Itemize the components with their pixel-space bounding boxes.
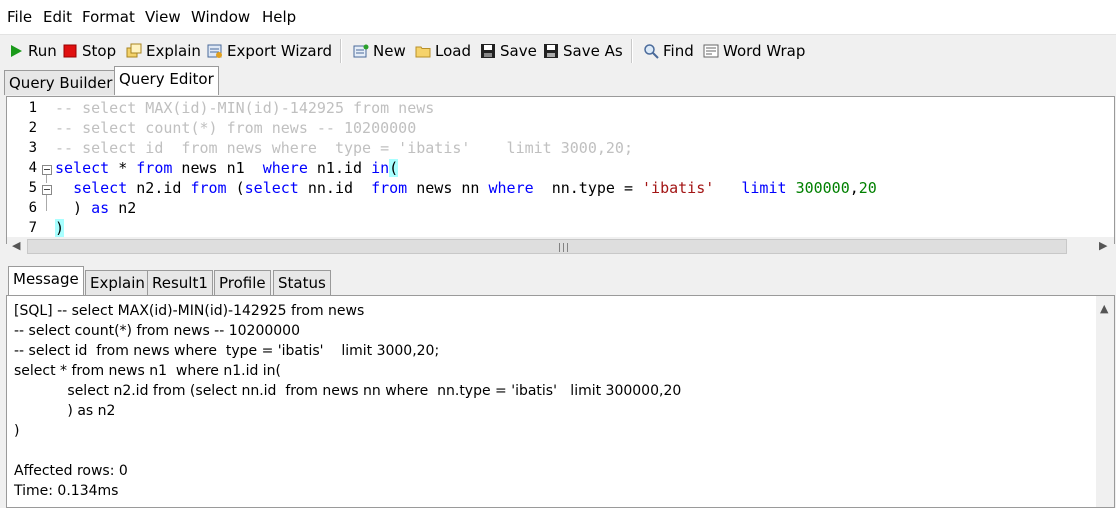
message-line: select * from news n1 where n1.id in( — [14, 363, 282, 379]
scroll-left-arrow-icon[interactable]: ◀ — [12, 239, 20, 252]
magnifier-icon — [643, 43, 659, 59]
message-line: -- select count(*) from news -- 10200000 — [14, 323, 300, 339]
save-as-icon — [543, 43, 559, 59]
scroll-up-arrow-icon[interactable]: ▲ — [1100, 302, 1108, 315]
message-line: select n2.id from (select nn.id from new… — [14, 383, 682, 399]
menu-format[interactable]: Format — [82, 8, 135, 26]
affected-rows-text: Affected rows: 0 — [14, 463, 128, 479]
line-number: 3 — [28, 140, 37, 156]
explain-icon — [126, 43, 142, 59]
code-line-6: ) as n2 — [55, 199, 137, 217]
fold-collapse-icon[interactable] — [42, 165, 52, 175]
new-button[interactable]: New — [353, 40, 406, 62]
floppy-disk-icon — [480, 43, 496, 59]
fold-line — [46, 195, 47, 211]
line-number: 2 — [28, 120, 37, 136]
line-number: 6 — [28, 200, 37, 216]
line-number: 7 — [28, 220, 37, 236]
folder-icon — [415, 43, 431, 59]
word-wrap-icon — [703, 43, 719, 59]
message-line: ) as n2 — [14, 403, 116, 419]
code-line-7: ) — [55, 219, 65, 237]
load-button[interactable]: Load — [415, 40, 471, 62]
menu-window[interactable]: Window — [191, 8, 250, 26]
message-line: ) — [14, 423, 20, 439]
vertical-scrollbar[interactable]: ▲ — [1096, 296, 1114, 507]
save-button[interactable]: Save — [480, 40, 537, 62]
code-line-2: -- select count(*) from news -- 10200000 — [55, 119, 417, 137]
message-panel[interactable]: [SQL] -- select MAX(id)-MIN(id)-142925 f… — [6, 295, 1115, 508]
fold-line — [46, 175, 47, 183]
tab-query-builder[interactable]: Query Builder — [4, 70, 118, 95]
play-icon — [8, 43, 24, 59]
save-as-button[interactable]: Save As — [543, 40, 623, 62]
menu-bar: File Edit Format View Window Help — [0, 0, 1116, 35]
tab-profile[interactable]: Profile — [214, 270, 271, 295]
tab-status[interactable]: Status — [273, 270, 331, 295]
tab-explain[interactable]: Explain — [85, 270, 150, 295]
tab-result1[interactable]: Result1 — [147, 270, 213, 295]
message-line: -- select id from news where type = 'iba… — [14, 343, 440, 359]
fold-collapse-icon[interactable] — [42, 185, 52, 195]
code-line-4: select * from news n1 where n1.id in( — [55, 159, 399, 177]
new-query-icon — [353, 43, 369, 59]
message-line: [SQL] -- select MAX(id)-MIN(id)-142925 f… — [14, 303, 365, 319]
code-line-3: -- select id from news where type = 'iba… — [55, 139, 633, 157]
tab-query-editor[interactable]: Query Editor — [114, 66, 219, 95]
scrollbar-thumb[interactable]: ||| — [27, 239, 1067, 254]
line-number: 1 — [28, 100, 37, 116]
word-wrap-button[interactable]: Word Wrap — [703, 40, 805, 62]
scroll-right-arrow-icon[interactable]: ▶ — [1099, 239, 1107, 252]
toolbar: Run Stop Explain Export Wizard New Load — [0, 35, 1116, 65]
menu-help[interactable]: Help — [262, 8, 296, 26]
line-number: 5 — [28, 180, 37, 196]
menu-file[interactable]: File — [7, 8, 32, 26]
time-text: Time: 0.134ms — [14, 483, 119, 499]
toolbar-separator — [340, 39, 342, 63]
line-number: 4 — [28, 160, 37, 176]
export-wizard-icon — [207, 43, 223, 59]
menu-edit[interactable]: Edit — [43, 8, 72, 26]
stop-button[interactable]: Stop — [62, 40, 116, 62]
grip-icon: ||| — [558, 243, 571, 253]
stop-icon — [62, 43, 78, 59]
horizontal-scrollbar[interactable]: ◀ ||| ▶ — [7, 237, 1114, 254]
export-wizard-button[interactable]: Export Wizard — [207, 40, 332, 62]
tab-message[interactable]: Message — [8, 266, 84, 295]
code-line-5: select n2.id from (select nn.id from new… — [73, 179, 877, 197]
menu-view[interactable]: View — [145, 8, 181, 26]
sql-editor[interactable]: 1 2 3 4 5 6 7 -- select MAX(id)-MIN(id)-… — [6, 96, 1115, 254]
find-button[interactable]: Find — [643, 40, 694, 62]
run-button[interactable]: Run — [8, 40, 57, 62]
line-number-gutter: 1 2 3 4 5 6 7 — [7, 97, 55, 236]
toolbar-separator — [631, 39, 633, 63]
explain-button[interactable]: Explain — [126, 40, 201, 62]
code-line-1: -- select MAX(id)-MIN(id)-142925 from ne… — [55, 99, 435, 117]
